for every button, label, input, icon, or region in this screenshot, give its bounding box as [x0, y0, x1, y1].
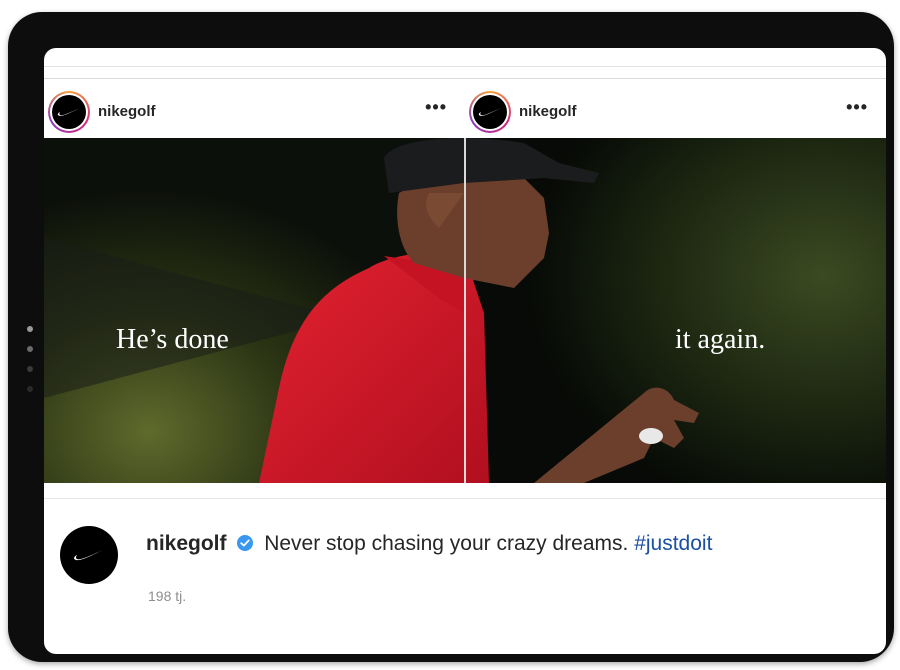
more-options-icon[interactable]: ••• — [846, 97, 868, 118]
more-options-icon[interactable]: ••• — [425, 97, 447, 118]
avatar[interactable] — [60, 526, 118, 584]
caption-text: Never stop chasing your crazy dreams. — [264, 532, 629, 555]
screen: nikegolf ••• nikegolf ••• He’s done it a… — [44, 48, 886, 654]
post-header-right: nikegolf ••• — [465, 78, 886, 138]
nike-swoosh-icon — [478, 108, 501, 116]
username[interactable]: nikegolf — [98, 103, 156, 120]
post-timestamp: 198 tj. — [148, 588, 187, 604]
nike-swoosh-icon — [57, 108, 80, 116]
post-header-left: nikegolf ••• — [44, 78, 465, 138]
avatar[interactable] — [469, 91, 511, 133]
username[interactable]: nikegolf — [519, 103, 577, 120]
hashtag-link[interactable]: #justdoit — [634, 532, 712, 555]
post-caption: nikegolf Never stop chasing your crazy d… — [146, 532, 712, 556]
verified-badge-icon — [237, 535, 254, 551]
image-split-divider — [464, 138, 466, 483]
avatar[interactable] — [48, 91, 90, 133]
nike-swoosh-icon — [74, 549, 104, 561]
overlay-text-right: it again. — [675, 324, 766, 355]
page-indicator-dots — [25, 322, 35, 432]
caption-username[interactable]: nikegolf — [146, 532, 227, 555]
tablet-frame: nikegolf ••• nikegolf ••• He’s done it a… — [8, 12, 894, 662]
overlay-text-left: He’s done — [116, 324, 229, 355]
